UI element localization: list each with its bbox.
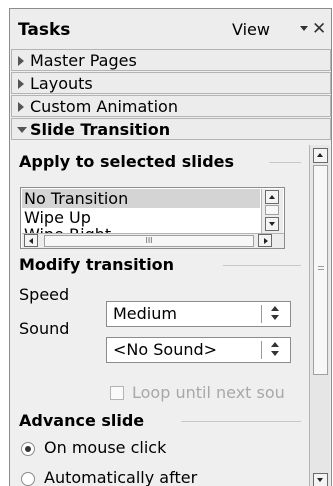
section-label: Layouts [30, 74, 93, 93]
transition-listbox[interactable]: No Transition Wipe Up Wipe Right III [20, 187, 285, 249]
tasks-titlebar: Tasks View ✕ [10, 9, 331, 49]
advance-group-title: Advance slide [19, 411, 145, 430]
auto-after-label: Automatically after [44, 468, 198, 486]
section-custom-animation[interactable]: Custom Animation [11, 95, 331, 117]
divider [181, 421, 301, 422]
scroll-thumb[interactable]: III [44, 235, 254, 247]
speed-value: Medium [113, 304, 177, 323]
arrow-down-icon [269, 222, 275, 226]
sound-value: <No Sound> [113, 340, 218, 359]
spin-arrows-icon [269, 306, 283, 322]
listbox-vertical-scrollbar[interactable] [261, 189, 283, 233]
pane-title: Tasks [18, 20, 71, 40]
arrow-left-icon [29, 238, 33, 244]
scroll-down-button[interactable] [313, 473, 328, 486]
arrow-down-icon [317, 478, 323, 482]
arrow-up-icon [269, 195, 275, 199]
grip-icon [318, 266, 324, 267]
divider [223, 265, 301, 266]
scroll-thumb[interactable] [313, 165, 328, 375]
scroll-up-button[interactable] [265, 190, 279, 204]
divider [261, 305, 262, 323]
sound-label: Sound [19, 319, 70, 338]
arrow-up-icon [317, 153, 323, 157]
auto-after-radio[interactable] [21, 472, 35, 486]
triangle-right-icon [18, 79, 24, 89]
arrow-right-icon [264, 238, 268, 244]
scroll-left-button[interactable] [24, 234, 38, 247]
scroll-up-button[interactable] [313, 148, 328, 163]
section-slide-transition[interactable]: Slide Transition [11, 118, 331, 140]
view-menu-button[interactable]: View [232, 20, 270, 39]
list-item[interactable]: No Transition [22, 189, 260, 208]
triangle-right-icon [18, 56, 24, 66]
on-click-label: On mouse click [44, 438, 167, 457]
triangle-right-icon [18, 102, 24, 112]
section-label: Slide Transition [30, 120, 171, 139]
scroll-right-button[interactable] [258, 234, 272, 247]
tasks-pane: Tasks View ✕ Master Pages Layouts Custom… [9, 8, 332, 486]
chevron-down-icon[interactable] [300, 26, 308, 31]
pane-vertical-scrollbar[interactable] [309, 145, 330, 486]
radio-dot [25, 446, 31, 452]
speed-label: Speed [19, 285, 70, 304]
divider [261, 341, 262, 359]
scroll-thumb[interactable] [265, 205, 279, 215]
loop-label: Loop until next sou [132, 383, 285, 402]
on-click-radio[interactable] [21, 442, 35, 456]
apply-group-title: Apply to selected slides [19, 152, 235, 171]
speed-select-box[interactable]: Medium [106, 301, 291, 327]
modify-group-title: Modify transition [19, 255, 175, 274]
listbox-horizontal-scrollbar[interactable]: III [22, 233, 284, 248]
section-master-pages[interactable]: Master Pages [11, 49, 331, 71]
section-layouts[interactable]: Layouts [11, 72, 331, 94]
spin-arrows-icon [269, 342, 283, 358]
close-icon[interactable]: ✕ [312, 19, 326, 39]
sound-select-box[interactable]: <No Sound> [106, 337, 291, 363]
triangle-down-icon [17, 127, 27, 133]
section-label: Custom Animation [30, 97, 178, 116]
scroll-down-button[interactable] [265, 217, 279, 231]
section-label: Master Pages [30, 51, 137, 70]
divider [269, 162, 301, 163]
loop-checkbox[interactable] [110, 386, 124, 400]
